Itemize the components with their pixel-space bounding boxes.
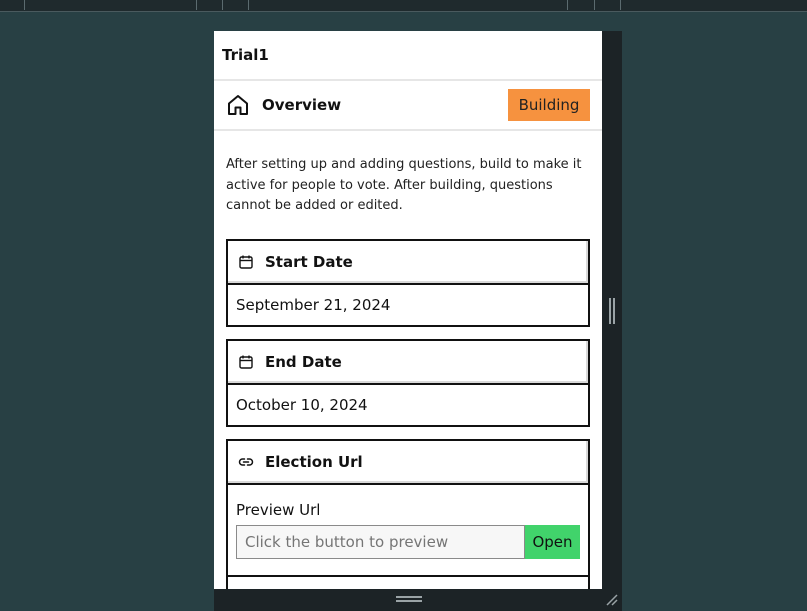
- home-icon[interactable]: [226, 93, 250, 117]
- app-header: Trial1: [214, 31, 602, 81]
- preview-url-input[interactable]: [236, 525, 525, 559]
- preview-url-label: Preview Url: [236, 501, 321, 519]
- preview-url-row: Open: [228, 525, 588, 559]
- section-divider: [228, 575, 588, 577]
- end-date-title: End Date: [265, 353, 342, 371]
- toolbar-separator: [620, 0, 621, 10]
- election-url-header: Election Url: [228, 441, 588, 485]
- resize-grip-icon[interactable]: [605, 593, 619, 607]
- election-url-card: Election Url Preview Url Open: [226, 439, 590, 589]
- start-date-title: Start Date: [265, 253, 353, 271]
- toolbar-separator: [567, 0, 568, 10]
- status-badge[interactable]: Building: [508, 89, 590, 121]
- end-date-value: October 10, 2024: [236, 396, 368, 414]
- start-date-header: Start Date: [228, 241, 588, 285]
- toolbar-separator: [196, 0, 197, 10]
- election-url-title: Election Url: [265, 453, 363, 471]
- app-title: Trial1: [222, 46, 269, 64]
- toolbar-separator: [594, 0, 595, 10]
- start-date-value: September 21, 2024: [236, 296, 391, 314]
- vertical-resize-handle[interactable]: [609, 298, 615, 324]
- horizontal-resize-handle[interactable]: [396, 596, 422, 602]
- top-toolbar: [0, 0, 807, 12]
- open-button[interactable]: Open: [525, 525, 580, 559]
- calendar-icon: [239, 255, 253, 269]
- build-description: After setting up and adding questions, b…: [226, 157, 582, 213]
- device-frame: Trial1 Overview Building After setting u…: [214, 31, 622, 611]
- end-date-header: End Date: [228, 341, 588, 385]
- toolbar-separator: [24, 0, 25, 10]
- toolbar-separator: [248, 0, 249, 10]
- overview-bar: Overview Building: [214, 81, 602, 131]
- calendar-icon: [239, 355, 253, 369]
- overview-title: Overview: [262, 96, 342, 114]
- app-screen: Trial1 Overview Building After setting u…: [214, 31, 602, 589]
- link-icon: [238, 458, 254, 466]
- toolbar-separator: [222, 0, 223, 10]
- end-date-card: End Date October 10, 2024: [226, 339, 590, 427]
- start-date-card: Start Date September 21, 2024: [226, 239, 590, 327]
